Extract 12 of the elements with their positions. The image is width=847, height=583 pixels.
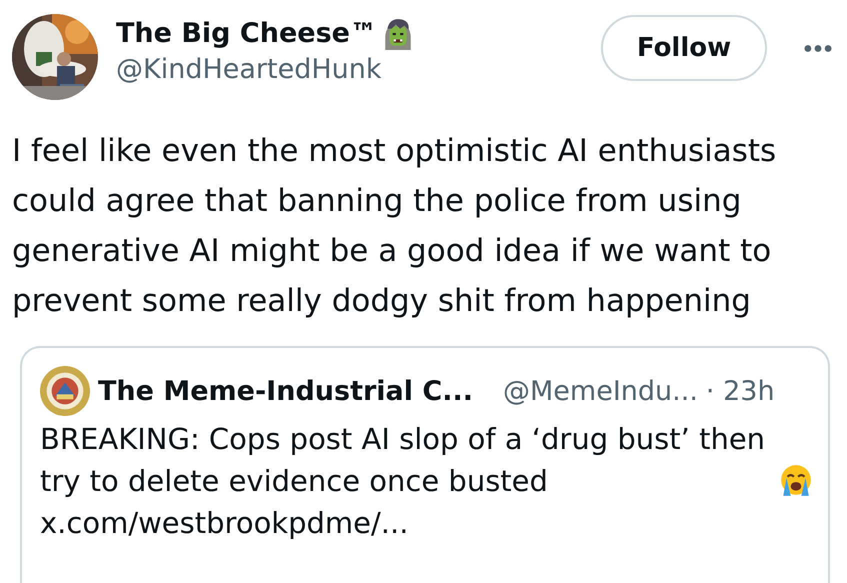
quoted-author-handle[interactable]: @MemeIndu... [503,376,698,406]
follow-button[interactable]: Follow [601,15,767,81]
link[interactable]: x.com/westbrookpdme/... [40,502,828,544]
crying-face-icon [779,464,813,498]
more-icon[interactable] [803,44,833,53]
post-time: · 23h [706,376,775,406]
author-handle[interactable]: @KindHeartedHunk [116,54,415,85]
author-name[interactable]: The Big Cheese™ [116,18,377,48]
quoted-author-name[interactable]: The Meme-Industrial C... [98,376,474,406]
quoted-tweet-card[interactable]: The Meme-Industrial C... @MemeIndu... · 23h BREAKING: Cops post AI slop of a ‘drug bust’ then try to delete evidence once busted x.com/westbrookpdme/... [20,346,830,583]
seal-icon [40,366,90,416]
tweet-text: I feel like even the most optimistic AI enthusiasts could agree that banning the police from using generative AI might be a good idea if we want to prevent some really dodgy shit from happening [12,132,778,321]
